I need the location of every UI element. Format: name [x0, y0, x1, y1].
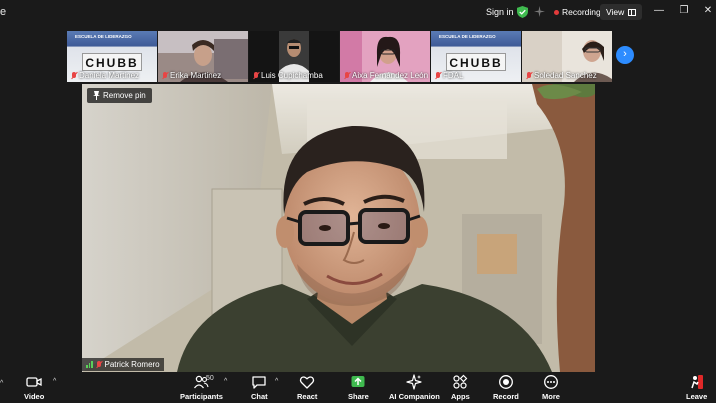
participant-name: Luis Cupichamba	[261, 71, 323, 80]
participant-name: Aixa Fernández León	[352, 71, 429, 80]
participant-thumbnail-strip: ESCUELA DE LIDERAZGO CHUBB Daniela Marti…	[67, 31, 612, 82]
restore-icon[interactable]: ❐	[677, 4, 691, 18]
speaker-name: Patrick Romero	[104, 360, 160, 369]
more-label: More	[542, 392, 560, 401]
recording-label: Recording	[562, 7, 601, 17]
react-button[interactable]: React	[297, 374, 317, 401]
view-button[interactable]: View	[600, 4, 643, 20]
grid-view-icon	[628, 8, 637, 16]
minimize-icon[interactable]: —	[652, 4, 666, 18]
remove-pin-button[interactable]: Remove pin	[87, 88, 152, 103]
participant-name: FDAL	[443, 71, 464, 80]
participant-thumbnail[interactable]: ESCUELA DE LIDERAZGO CHUBB FDAL	[431, 31, 521, 82]
mic-muted-icon	[435, 71, 441, 80]
share-button[interactable]: Share	[348, 374, 369, 401]
participant-name: Erika Martinez	[170, 71, 222, 80]
leave-label: Leave	[686, 392, 708, 401]
mic-muted-icon	[526, 71, 532, 80]
record-icon	[498, 375, 513, 389]
participant-thumbnail[interactable]: Erika Martinez	[158, 31, 248, 82]
mic-muted-icon	[96, 360, 102, 369]
participant-thumbnail[interactable]: Aixa Fernández León	[340, 31, 430, 82]
recording-indicator[interactable]: Recording	[550, 4, 605, 20]
thumbnail-banner-text: ESCUELA DE LIDERAZGO	[439, 34, 496, 39]
record-button[interactable]: Record	[493, 374, 519, 401]
participant-name-tag: FDAL	[435, 71, 463, 80]
participant-name-tag: Daniela Martinez	[71, 71, 139, 80]
window-title: e	[0, 6, 7, 18]
participants-label: Participants	[180, 392, 223, 401]
participant-name-tag: Erika Martinez	[162, 71, 221, 80]
main-speaker-video[interactable]: Remove pin Patrick Romero	[82, 84, 595, 372]
participant-name-tag: Aixa Fernández León	[344, 71, 428, 80]
chubb-logo: CHUBB	[446, 53, 506, 71]
mic-muted-icon	[162, 71, 168, 80]
record-label: Record	[493, 392, 519, 401]
video-label: Video	[24, 392, 45, 401]
audio-options-chevron-icon[interactable]: ^	[0, 380, 3, 387]
video-camera-icon	[26, 377, 42, 387]
participants-options-chevron-icon[interactable]: ^	[224, 378, 227, 385]
participant-thumbnail[interactable]: ESCUELA DE LIDERAZGO CHUBB Daniela Marti…	[67, 31, 157, 82]
speaker-video-feed	[82, 84, 595, 372]
recording-dot-icon	[554, 9, 559, 15]
react-label: React	[297, 392, 318, 401]
pin-icon	[93, 91, 100, 100]
leave-button[interactable]: Leave	[686, 374, 707, 401]
title-bar: e Sign in Recording View — ❐ ✕	[0, 0, 716, 24]
signal-strength-icon	[86, 361, 93, 368]
participants-button[interactable]: Participants	[180, 374, 223, 401]
apps-button[interactable]: Apps	[451, 374, 470, 401]
meeting-toolbar: ^ Video ^ Participants 50 ^ Chat ^ React…	[0, 372, 716, 403]
participants-count: 50	[206, 375, 214, 382]
close-icon[interactable]: ✕	[701, 4, 715, 18]
apps-label: Apps	[451, 392, 470, 401]
participant-thumbnail[interactable]: Luis Cupichamba	[249, 31, 339, 82]
next-page-button[interactable]: ›	[616, 46, 634, 64]
sign-in-button[interactable]: Sign in	[480, 4, 520, 20]
participant-thumbnail[interactable]: Soledad Sanchez	[522, 31, 612, 82]
ai-sparkle-icon	[406, 374, 423, 390]
chubb-logo: CHUBB	[82, 53, 142, 71]
participant-name: Daniela Martinez	[79, 71, 140, 80]
share-screen-icon	[351, 376, 365, 387]
video-options-chevron-icon[interactable]: ^	[53, 378, 56, 385]
remove-pin-label: Remove pin	[103, 91, 146, 100]
chat-label: Chat	[251, 392, 268, 401]
zoom-meeting-window: e Sign in Recording View — ❐ ✕ ESCUELA D…	[0, 0, 716, 403]
chat-bubble-icon	[252, 376, 266, 389]
mic-muted-icon	[253, 71, 259, 80]
ai-companion-label: AI Companion	[389, 392, 440, 401]
share-label: Share	[348, 392, 369, 401]
more-button[interactable]: More	[542, 374, 560, 401]
chevron-right-icon: ›	[623, 48, 627, 60]
participant-name: Soledad Sanchez	[534, 71, 597, 80]
apps-grid-icon	[453, 374, 468, 389]
view-label: View	[606, 7, 625, 17]
mic-muted-icon	[344, 71, 350, 80]
chat-options-chevron-icon[interactable]: ^	[275, 378, 278, 385]
more-dots-icon	[544, 375, 558, 389]
heart-icon	[300, 376, 315, 389]
ai-companion-button[interactable]: AI Companion	[389, 374, 440, 401]
sparkle-icon[interactable]	[534, 6, 545, 17]
participant-name-tag: Luis Cupichamba	[253, 71, 323, 80]
mic-muted-icon	[71, 71, 77, 80]
thumbnail-banner-text: ESCUELA DE LIDERAZGO	[75, 34, 132, 39]
speaker-name-tag: Patrick Romero	[82, 358, 164, 371]
chat-button[interactable]: Chat	[251, 374, 268, 401]
participant-name-tag: Soledad Sanchez	[526, 71, 597, 80]
video-button[interactable]: Video	[24, 374, 44, 401]
leave-icon	[690, 375, 703, 389]
shield-icon[interactable]	[517, 6, 528, 18]
